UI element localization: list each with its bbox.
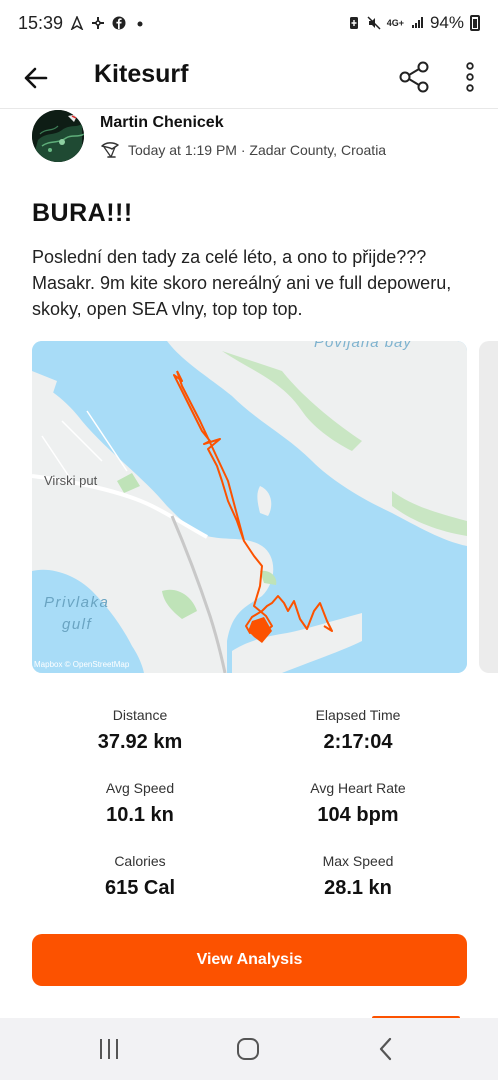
next-photo-peek[interactable] xyxy=(479,341,498,673)
activity-description: Poslední den tady za celé léto, a ono to… xyxy=(32,247,452,319)
stat-label: Calories xyxy=(114,853,166,869)
stat-value: 104 bpm xyxy=(317,804,399,826)
navigation-icon xyxy=(70,16,84,30)
activity-title: BURA!!! xyxy=(32,199,133,227)
home-icon[interactable] xyxy=(233,1036,263,1062)
stat-elapsed-time: Elapsed Time 2:17:04 xyxy=(258,707,458,754)
status-right: 4G+ 94% xyxy=(347,13,480,33)
map-label-bay: Povljana bay xyxy=(314,341,412,351)
more-vertical-icon xyxy=(466,62,474,92)
kitesurf-icon xyxy=(101,142,119,158)
stat-label: Avg Heart Rate xyxy=(310,780,406,796)
activity-datetime-location: Today at 1:19 PM · Zadar County, Croatia xyxy=(128,142,387,158)
athlete-name[interactable]: Martin Chenicek xyxy=(100,114,224,132)
route-map[interactable]: Povljana bay Virski put Privlaka gulf Ma… xyxy=(32,341,467,673)
recent-apps-icon[interactable] xyxy=(94,1036,124,1062)
activity-meta: Today at 1:19 PM · Zadar County, Croatia xyxy=(100,141,386,159)
more-options-button[interactable] xyxy=(458,60,482,94)
stat-value: 2:17:04 xyxy=(323,731,393,753)
stat-label: Max Speed xyxy=(322,853,394,869)
app-bar-divider xyxy=(0,108,498,109)
system-nav-bar xyxy=(0,1018,498,1080)
stat-distance: Distance 37.92 km xyxy=(40,707,240,754)
stat-avg-speed: Avg Speed 10.1 kn xyxy=(40,780,240,827)
share-icon xyxy=(399,61,429,93)
back-icon[interactable] xyxy=(372,1036,402,1062)
map-label-gulf-line1: Privlaka xyxy=(44,594,109,611)
back-button[interactable] xyxy=(20,62,52,94)
view-analysis-button[interactable]: View Analysis xyxy=(32,934,467,986)
status-bar: 15:39 4G+ 94% xyxy=(0,0,498,46)
pinwheel-icon xyxy=(92,17,105,29)
stat-value: 37.92 km xyxy=(97,731,183,753)
page-title: Kitesurf xyxy=(94,60,189,88)
signal-icon xyxy=(411,17,423,28)
facebook-icon xyxy=(112,16,126,30)
stat-label: Elapsed Time xyxy=(315,707,401,723)
map-label-gulf-line2: gulf xyxy=(62,616,93,633)
stat-value: 28.1 kn xyxy=(324,877,392,899)
stat-label: Avg Speed xyxy=(105,780,175,796)
battery-icon xyxy=(470,15,480,31)
stat-avg-heart-rate: Avg Heart Rate 104 bpm xyxy=(258,780,458,827)
back-arrow-icon xyxy=(24,67,48,89)
map-canvas: Povljana bay Virski put Privlaka gulf Ma… xyxy=(32,341,467,673)
network-type: 4G+ xyxy=(386,18,404,28)
stat-value: 615 Cal xyxy=(104,877,176,899)
app-bar: Kitesurf xyxy=(0,46,498,108)
battery-saver-icon xyxy=(349,17,358,29)
stat-value: 10.1 kn xyxy=(106,804,174,826)
stat-max-speed: Max Speed 28.1 kn xyxy=(258,853,458,900)
battery-percent: 94% xyxy=(429,13,464,32)
status-left: 15:39 xyxy=(18,13,147,34)
avatar-image xyxy=(32,110,84,162)
share-button[interactable] xyxy=(397,60,431,94)
stat-label: Distance xyxy=(112,707,168,723)
status-time: 15:39 xyxy=(18,12,64,33)
mute-icon xyxy=(367,16,381,30)
dot-icon xyxy=(137,21,143,27)
map-label-road: Virski put xyxy=(44,473,98,488)
avatar[interactable] xyxy=(32,110,84,162)
stat-calories: Calories 615 Cal xyxy=(40,853,240,900)
map-attribution: Mapbox © OpenStreetMap xyxy=(34,660,130,669)
